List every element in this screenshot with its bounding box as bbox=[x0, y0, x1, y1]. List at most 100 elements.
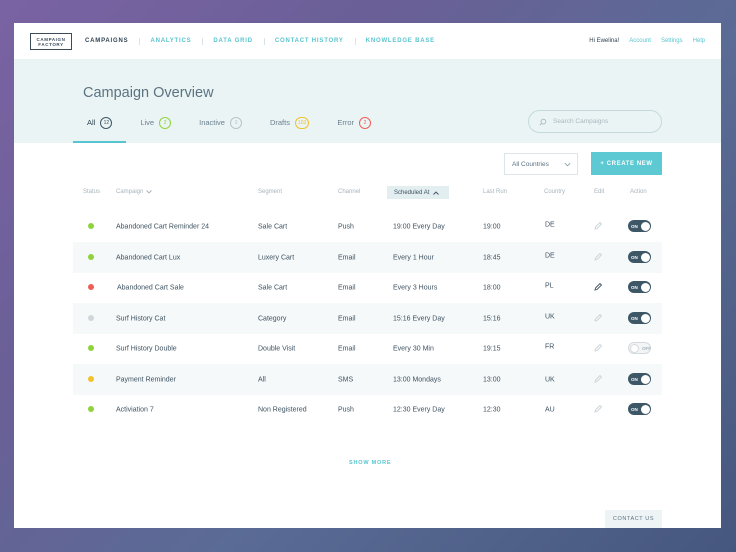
country-cell: PL bbox=[545, 282, 554, 290]
tab-label: Inactive bbox=[199, 118, 225, 127]
campaign-toggle[interactable]: ON bbox=[628, 403, 651, 415]
campaign-name[interactable]: Surf History Cat bbox=[116, 315, 165, 322]
status-dot bbox=[88, 315, 94, 321]
last-run-cell: 15:16 bbox=[483, 315, 501, 322]
segment-cell: Sale Cart bbox=[258, 223, 288, 230]
header-channel[interactable]: Channel bbox=[338, 189, 360, 195]
header-last-run[interactable]: Last Run bbox=[483, 189, 507, 195]
campaign-name[interactable]: Payment Reminder bbox=[116, 376, 176, 383]
header-scheduled-at[interactable]: Scheduled At bbox=[387, 186, 449, 199]
pencil-icon[interactable] bbox=[593, 404, 603, 414]
status-dot bbox=[88, 254, 94, 260]
status-dot bbox=[88, 223, 94, 229]
page-header: Campaign Overview All 12 Live 2 Inactive… bbox=[14, 59, 721, 143]
search-box[interactable] bbox=[528, 110, 662, 133]
tab-drafts[interactable]: Drafts 103 bbox=[256, 117, 323, 143]
campaign-toggle[interactable]: ON bbox=[628, 312, 651, 324]
campaign-toggle[interactable]: ON bbox=[628, 251, 651, 263]
nav-contact-history[interactable]: CONTACT HISTORY bbox=[263, 38, 355, 45]
chevron-down-icon bbox=[146, 190, 153, 194]
country-cell: DE bbox=[545, 252, 555, 260]
search-input[interactable] bbox=[553, 118, 653, 125]
campaign-name[interactable]: Abandoned Cart Reminder 24 bbox=[116, 223, 209, 230]
country-select-value: All Countries bbox=[512, 160, 549, 168]
page-title: Campaign Overview bbox=[83, 85, 214, 101]
last-run-cell: 19:00 bbox=[483, 223, 501, 230]
country-cell: UK bbox=[545, 376, 555, 383]
table-row[interactable]: Abandoned Cart Sale Sale Cart Email Every 3… bbox=[73, 272, 662, 303]
pencil-icon[interactable] bbox=[593, 252, 603, 262]
channel-cell: SMS bbox=[338, 376, 354, 383]
tab-label: All bbox=[87, 118, 96, 127]
channel-cell: Email bbox=[338, 254, 356, 261]
nav-campaigns[interactable]: CAMPAIGNS bbox=[85, 38, 139, 44]
account-link[interactable]: Account bbox=[629, 38, 651, 44]
header-scheduled-label: Scheduled At bbox=[394, 189, 430, 196]
pencil-icon[interactable] bbox=[593, 282, 603, 292]
campaign-toggle[interactable]: ON bbox=[628, 373, 651, 385]
header-campaign-label: Campaign bbox=[116, 189, 144, 195]
campaign-toggle[interactable]: OFF bbox=[628, 342, 651, 354]
campaign-toggle[interactable]: ON bbox=[628, 281, 651, 293]
header-status[interactable]: Status bbox=[83, 189, 100, 195]
count-badge: 103 bbox=[294, 117, 310, 129]
status-dot bbox=[88, 345, 94, 351]
tab-label: Live bbox=[140, 118, 155, 127]
header-segment[interactable]: Segment bbox=[258, 189, 282, 195]
segment-cell: Non Registered bbox=[258, 406, 307, 413]
table-row[interactable]: Surf History Double Double Visit Email Ever… bbox=[73, 333, 662, 364]
last-run-cell: 13:00 bbox=[483, 376, 501, 383]
logo-line-2: FACTORY bbox=[38, 41, 64, 47]
sort-up-icon bbox=[433, 190, 440, 195]
pencil-icon[interactable] bbox=[593, 374, 603, 384]
toggle-knob bbox=[640, 313, 650, 323]
pencil-icon[interactable] bbox=[593, 343, 603, 353]
campaign-name[interactable]: Abandoned Cart Sale bbox=[117, 284, 184, 291]
tab-all[interactable]: All 12 bbox=[73, 117, 127, 143]
create-new-button[interactable]: + CREATE NEW bbox=[591, 152, 662, 175]
segment-cell: Category bbox=[258, 315, 287, 322]
scheduled-cell: 12:30 Every Day bbox=[393, 406, 445, 413]
pencil-icon[interactable] bbox=[593, 313, 603, 323]
header-campaign[interactable]: Campaign bbox=[116, 189, 153, 195]
tab-error[interactable]: Error 2 bbox=[323, 117, 385, 143]
table-row[interactable]: Abandoned Cart Lux Luxery Cart Email Every … bbox=[73, 242, 662, 273]
tab-live[interactable]: Live 2 bbox=[126, 117, 185, 143]
contact-us-button[interactable]: CONTACT US bbox=[605, 510, 662, 528]
scheduled-cell: Every 1 Hour bbox=[393, 254, 434, 261]
scheduled-cell: Every 3 Hours bbox=[393, 284, 438, 291]
table-row[interactable]: Surf History Cat Category Email 15:16 Every… bbox=[73, 303, 662, 334]
nav-analytics[interactable]: ANALYTICS bbox=[139, 38, 202, 45]
country-select[interactable]: All Countries bbox=[504, 153, 578, 175]
table-row[interactable]: Abandoned Cart Reminder 24 Sale Cart Push 1… bbox=[73, 211, 662, 242]
table-row[interactable]: Payment Reminder All SMS 13:00 Mondays 13:00… bbox=[73, 364, 662, 395]
header-country[interactable]: Country bbox=[544, 189, 565, 195]
toggle-knob bbox=[640, 404, 650, 414]
campaign-name[interactable]: Surf History Double bbox=[116, 345, 177, 352]
campaign-toggle[interactable]: ON bbox=[628, 220, 651, 232]
tab-label: Error bbox=[337, 118, 354, 127]
segment-cell: Double Visit bbox=[258, 345, 296, 352]
nav-data-grid[interactable]: DATA GRID bbox=[202, 38, 263, 45]
channel-cell: Email bbox=[338, 284, 356, 291]
campaign-factory-logo[interactable]: CAMPAIGN FACTORY bbox=[30, 33, 72, 50]
campaign-name[interactable]: Activiation 7 bbox=[116, 406, 154, 413]
count-badge: 12 bbox=[100, 117, 113, 129]
search-icon bbox=[539, 118, 547, 125]
toggle-label: ON bbox=[631, 254, 638, 260]
table-row[interactable]: Activiation 7 Non Registered Push 12:30 Eve… bbox=[73, 394, 662, 425]
header-edit: Edit bbox=[594, 189, 605, 195]
pencil-icon[interactable] bbox=[593, 221, 603, 231]
settings-link[interactable]: Settings bbox=[661, 38, 683, 44]
count-badge: 3 bbox=[229, 117, 242, 129]
status-tabs: All 12 Live 2 Inactive 3 Drafts 103 Erro… bbox=[73, 117, 385, 143]
show-more-link[interactable]: SHOW MORE bbox=[349, 460, 391, 466]
scheduled-cell: Every 30 Min bbox=[393, 345, 434, 352]
campaign-name[interactable]: Abandoned Cart Lux bbox=[116, 254, 180, 261]
tab-inactive[interactable]: Inactive 3 bbox=[185, 117, 256, 143]
nav-knowledge-base[interactable]: KNOWLEDGE BASE bbox=[354, 38, 446, 45]
country-cell: AU bbox=[545, 406, 555, 413]
help-link[interactable]: Help bbox=[693, 38, 705, 44]
channel-cell: Push bbox=[338, 223, 354, 230]
channel-cell: Email bbox=[338, 345, 356, 352]
